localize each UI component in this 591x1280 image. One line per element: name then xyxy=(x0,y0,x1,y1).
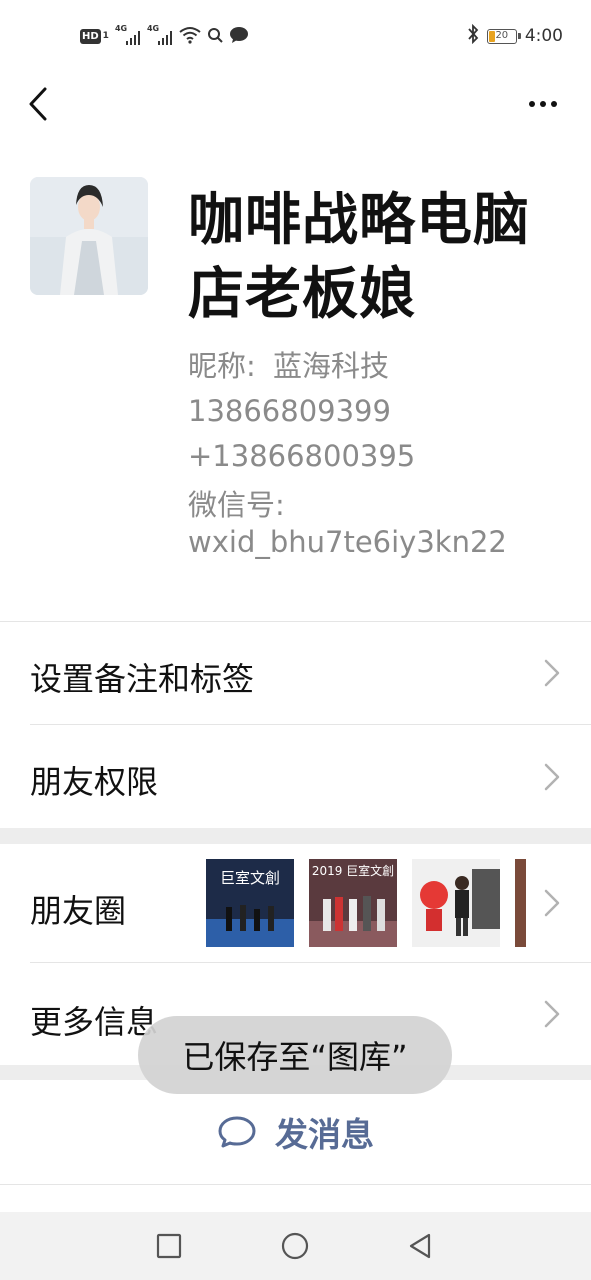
moments-thumbnail[interactable] xyxy=(515,859,526,947)
more-dots-icon xyxy=(529,101,535,107)
moments-thumbnails[interactable]: 巨室文創 2019 巨室文創 xyxy=(206,859,526,947)
chevron-right-icon xyxy=(544,659,560,687)
more-info-label: 更多信息 xyxy=(30,1003,159,1041)
battery-level: 20 xyxy=(495,29,509,41)
top-bar xyxy=(0,72,591,136)
remark-tags-label: 设置备注和标签 xyxy=(30,660,255,698)
section-gap xyxy=(0,828,591,844)
status-bar: HD 1 4G 4G 20 4:00 xyxy=(0,0,591,72)
wifi-icon xyxy=(179,26,201,47)
hd-sub: 1 xyxy=(102,31,109,41)
moments-thumbnail[interactable]: 巨室文創 xyxy=(206,859,294,947)
bluetooth-icon xyxy=(467,23,479,49)
thumb-caption: 巨室文創 xyxy=(220,869,280,887)
circle-home-icon xyxy=(281,1232,309,1260)
search-icon xyxy=(207,27,223,46)
friend-permissions-row[interactable]: 朋友权限 xyxy=(0,725,591,828)
send-message-button[interactable]: 发消息 xyxy=(0,1080,591,1184)
status-right: 20 4:00 xyxy=(467,23,563,49)
back-button[interactable] xyxy=(18,82,58,126)
nickname-label: 昵称: xyxy=(188,349,256,383)
phone-number-2[interactable]: +13866800395 xyxy=(188,436,415,476)
avatar[interactable] xyxy=(30,177,148,295)
square-icon xyxy=(156,1233,182,1259)
chevron-left-icon xyxy=(29,87,47,121)
remark-tags-row[interactable]: 设置备注和标签 xyxy=(0,622,591,724)
signal-icon: 4G xyxy=(115,24,141,46)
home-button[interactable] xyxy=(275,1228,315,1264)
chat-bubble-icon xyxy=(229,26,249,47)
chevron-right-icon xyxy=(544,889,560,917)
more-button[interactable] xyxy=(521,84,565,124)
back-nav-button[interactable] xyxy=(400,1228,440,1264)
battery-icon: 20 xyxy=(486,28,521,44)
divider xyxy=(0,1184,591,1185)
toast-message: 已保存至“图库” xyxy=(138,1016,452,1094)
recents-button[interactable] xyxy=(149,1228,189,1264)
nickname-row: 昵称: 蓝海科技 xyxy=(188,346,389,386)
wechat-id-value: wxid_bhu7te6iy3kn22 xyxy=(188,525,507,559)
status-left: HD 1 4G 4G xyxy=(80,24,249,48)
chevron-right-icon xyxy=(544,1000,560,1028)
nickname-value: 蓝海科技 xyxy=(273,349,390,383)
send-message-label: 发消息 xyxy=(275,1115,374,1154)
system-nav-bar xyxy=(0,1212,591,1280)
moments-thumbnail[interactable] xyxy=(412,859,500,947)
thumb-caption: 2019 巨室文創 xyxy=(312,863,394,878)
friend-permissions-label: 朋友权限 xyxy=(30,763,159,801)
moments-label: 朋友圈 xyxy=(30,892,127,930)
chevron-right-icon xyxy=(544,763,560,791)
clock: 4:00 xyxy=(524,26,563,46)
phone-number-1[interactable]: 13866809399 xyxy=(188,391,391,431)
chat-bubble-icon xyxy=(218,1116,256,1148)
wechat-id-label: 微信号: xyxy=(188,488,285,522)
profile-name: 咖啡战略电脑店老板娘 xyxy=(188,188,530,327)
signal-icon: 4G xyxy=(147,24,173,46)
moments-thumbnail[interactable]: 2019 巨室文創 xyxy=(309,859,397,947)
hd-badge: HD xyxy=(80,28,101,44)
triangle-back-icon xyxy=(409,1233,431,1259)
